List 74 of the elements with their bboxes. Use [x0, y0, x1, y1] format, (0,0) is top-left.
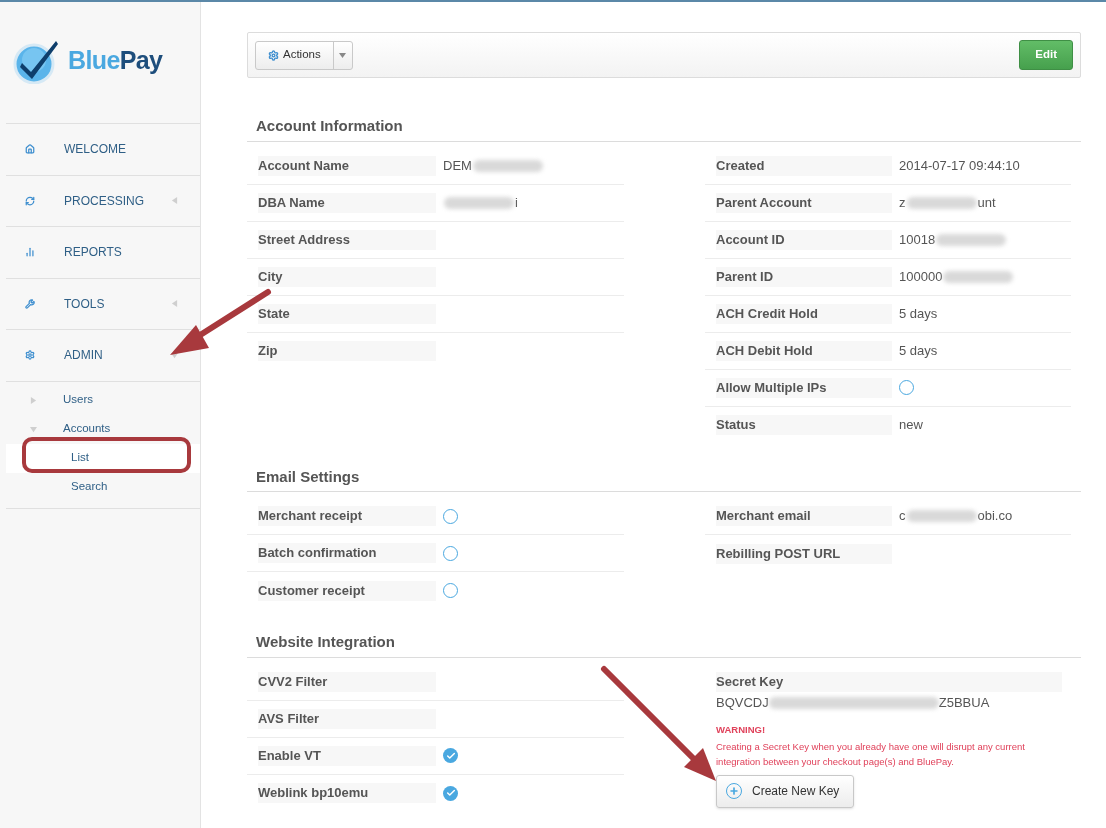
- nav-label: TOOLS: [64, 295, 106, 313]
- field-label: Account Name: [258, 155, 436, 176]
- nav-item[interactable]: PROCESSING: [6, 175, 200, 227]
- wrench-icon: [25, 298, 35, 309]
- nav-label: List: [71, 450, 89, 466]
- field-label: Rebilling POST URL: [716, 543, 892, 564]
- warning-text: Creating a Secret Key when you already have one will disrupt any current integration between your checkout page(s) and BluePay.: [716, 739, 1026, 769]
- nav-label: PROCESSING: [64, 192, 145, 210]
- create-key-button[interactable]: Create New Key: [716, 774, 855, 808]
- field-label: CVV2 Filter: [258, 671, 436, 692]
- field-value: 10018: [899, 230, 936, 249]
- field-value: 2014-07-17 09:44:10: [899, 156, 1020, 175]
- nav-label: Accounts: [63, 421, 111, 437]
- field-label: Merchant receipt: [258, 506, 436, 526]
- nav-item[interactable]: TOOLS: [6, 278, 200, 330]
- field-value: 100000: [899, 267, 943, 286]
- field-value: unt: [977, 193, 996, 212]
- field-label: Customer receipt: [258, 580, 436, 601]
- nav-item[interactable]: REPORTS: [6, 227, 200, 279]
- section-title: Email Settings: [247, 465, 1081, 492]
- secret-key-value: BQVCDJ: [716, 693, 769, 712]
- field-value: 5 days: [899, 304, 938, 323]
- checked-icon[interactable]: [443, 748, 458, 763]
- field-label: Status: [716, 415, 892, 435]
- section-title: Website Integration: [247, 631, 1081, 658]
- field-label: Created: [716, 155, 892, 176]
- field-label: Weblink bp10emu: [258, 783, 436, 803]
- nav-subitem[interactable]: Users: [6, 385, 200, 415]
- field-value: new: [899, 416, 923, 435]
- nav-subitem[interactable]: Search: [6, 472, 200, 502]
- settings-icon: [25, 350, 35, 361]
- field-label: Allow Multiple IPs: [716, 377, 892, 398]
- unchecked-icon[interactable]: [443, 545, 458, 561]
- section-title: Account Information: [247, 115, 1081, 142]
- gear-icon: [268, 49, 279, 61]
- unchecked-icon[interactable]: [443, 583, 458, 598]
- field-value: i: [515, 193, 518, 212]
- nav-item[interactable]: WELCOME: [6, 124, 200, 176]
- nav-label: WELCOME: [64, 141, 127, 159]
- unchecked-icon[interactable]: [899, 380, 914, 395]
- nav-label: Search: [71, 479, 108, 495]
- field-label: City: [258, 266, 436, 287]
- field-value: z: [899, 193, 906, 212]
- field-label: State: [258, 303, 436, 324]
- field-label: Enable VT: [258, 745, 436, 766]
- field-label: Zip: [258, 341, 436, 361]
- home-icon: [25, 144, 35, 155]
- field-value: c: [899, 507, 906, 526]
- bar-chart-icon: [25, 247, 35, 258]
- nav-subitem[interactable]: Accounts: [6, 414, 200, 444]
- field-label: Account ID: [716, 229, 892, 250]
- field-value: DEM: [443, 156, 472, 175]
- field-value: 5 days: [899, 341, 938, 360]
- field-label: Parent Account: [716, 192, 892, 213]
- logo-text: BluePay: [68, 44, 163, 76]
- field-label: Street Address: [258, 229, 436, 250]
- field-label: ACH Debit Hold: [716, 340, 892, 361]
- field-label: ACH Credit Hold: [716, 303, 892, 324]
- field-label: Secret Key: [716, 671, 1062, 692]
- nav-label: ADMIN: [64, 347, 104, 365]
- warning-title: WARNING!: [716, 722, 767, 737]
- caret-icon: [339, 52, 347, 58]
- field-value: obi.co: [977, 507, 1013, 526]
- field-label: Batch confirmation: [258, 543, 436, 563]
- field-label: AVS Filter: [258, 708, 436, 729]
- checked-icon[interactable]: [443, 785, 458, 801]
- field-label: Merchant email: [716, 506, 892, 526]
- field-label: Parent ID: [716, 266, 892, 287]
- unchecked-icon[interactable]: [443, 508, 458, 524]
- nav-label: REPORTS: [64, 244, 123, 262]
- field-label: DBA Name: [258, 192, 436, 213]
- nav-label: Users: [63, 392, 94, 408]
- refresh-icon: [25, 195, 35, 206]
- secret-key-value: Z5BBUA: [938, 693, 990, 712]
